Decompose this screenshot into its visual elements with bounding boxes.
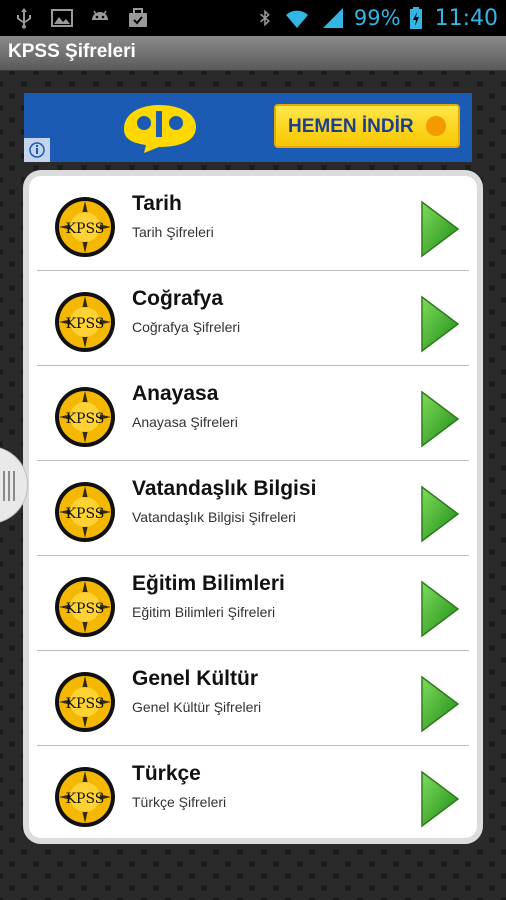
status-bar: 99% 11:40 <box>0 0 506 36</box>
item-title: Eğitim Bilimleri <box>132 572 285 595</box>
kpss-logo-text: KPSS <box>66 791 105 807</box>
list-item[interactable]: KPSS Coğrafya Coğrafya Şifreleri <box>37 271 469 366</box>
kpss-logo-text: KPSS <box>66 411 105 427</box>
bip-logo <box>124 105 196 153</box>
item-title: Tarih <box>132 192 182 215</box>
kpss-logo-icon: KPSS <box>55 482 115 542</box>
signal-icon <box>322 8 343 28</box>
info-icon[interactable] <box>24 138 50 162</box>
list-item[interactable]: KPSS Anayasa Anayasa Şifreleri <box>37 366 469 461</box>
item-subtitle: Vatandaşlık Bilgisi Şifreleri <box>132 509 296 525</box>
download-now-button[interactable]: HEMEN İNDİR <box>274 104 460 148</box>
kpss-logo-icon: KPSS <box>55 197 115 257</box>
drawer-grip-icon <box>3 471 19 501</box>
battery-percent: 99% <box>353 6 401 30</box>
kpss-logo-icon: KPSS <box>55 292 115 352</box>
item-title: Genel Kültür <box>132 667 259 690</box>
item-subtitle: Anayasa Şifreleri <box>132 414 238 430</box>
android-icon <box>92 10 108 20</box>
item-subtitle: Coğrafya Şifreleri <box>132 319 241 335</box>
ad-banner[interactable]: HEMEN İNDİR <box>24 93 472 162</box>
kpss-logo-text: KPSS <box>66 696 105 712</box>
briefcase-icon <box>129 8 147 27</box>
notification-icons <box>12 6 150 30</box>
kpss-logo-icon: KPSS <box>55 672 115 732</box>
bluetooth-icon <box>259 9 270 27</box>
app-bar: KPSS Şifreleri <box>0 36 506 71</box>
item-title: Türkçe <box>132 762 201 785</box>
clock: 11:40 <box>434 5 498 31</box>
usb-icon <box>17 8 31 29</box>
kpss-logo-icon: KPSS <box>55 387 115 447</box>
system-indicators: 99% 11:40 <box>256 0 498 36</box>
list-item[interactable]: KPSS Genel Kültür Genel Kültür Şifreleri <box>37 651 469 746</box>
item-title: Coğrafya <box>132 287 224 310</box>
play-arrow-icon[interactable] <box>420 200 460 258</box>
kpss-logo-text: KPSS <box>66 506 105 522</box>
category-list: KPSS Tarih Tarih Şifreleri KPSS Coğrafya… <box>23 170 483 844</box>
item-title: Vatandaşlık Bilgisi <box>132 477 317 500</box>
kpss-logo-text: KPSS <box>66 316 105 332</box>
battery-charging-icon <box>409 7 422 29</box>
download-now-label: HEMEN İNDİR <box>288 116 414 137</box>
play-arrow-icon[interactable] <box>420 770 460 828</box>
item-subtitle: Türkçe Şifreleri <box>132 794 227 810</box>
list-item[interactable]: KPSS Eğitim Bilimleri Eğitim Bilimleri Ş… <box>37 556 469 651</box>
play-arrow-icon[interactable] <box>420 485 460 543</box>
image-icon <box>51 9 73 27</box>
item-subtitle: Eğitim Bilimleri Şifreleri <box>132 604 276 620</box>
play-arrow-icon[interactable] <box>420 295 460 353</box>
list-item[interactable]: KPSS Türkçe Türkçe Şifreleri <box>37 746 469 838</box>
item-title: Anayasa <box>132 382 219 405</box>
kpss-logo-text: KPSS <box>66 221 105 237</box>
kpss-logo-icon: KPSS <box>55 767 115 827</box>
item-subtitle: Tarih Şifreleri <box>132 224 214 240</box>
play-arrow-icon[interactable] <box>420 580 460 638</box>
arrow-right-icon <box>426 116 446 136</box>
kpss-logo-text: KPSS <box>66 601 105 617</box>
list-item[interactable]: KPSS Tarih Tarih Şifreleri <box>37 176 469 271</box>
play-arrow-icon[interactable] <box>420 390 460 448</box>
list-item[interactable]: KPSS Vatandaşlık Bilgisi Vatandaşlık Bil… <box>37 461 469 556</box>
item-subtitle: Genel Kültür Şifreleri <box>132 699 262 715</box>
app-title: KPSS Şifreleri <box>8 41 136 62</box>
kpss-logo-icon: KPSS <box>55 577 115 637</box>
play-arrow-icon[interactable] <box>420 675 460 733</box>
wifi-icon <box>285 10 308 28</box>
